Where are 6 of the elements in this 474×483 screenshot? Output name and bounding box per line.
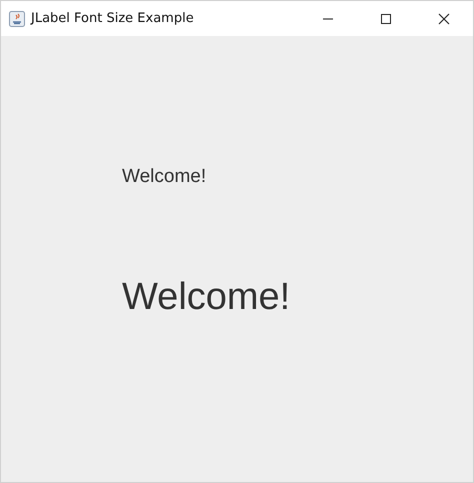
app-icon: [9, 10, 25, 26]
maximize-icon: [380, 12, 392, 24]
window-title: JLabel Font Size Example: [31, 11, 194, 26]
close-icon: [438, 12, 450, 24]
label-text: Welcome!: [122, 167, 206, 186]
label-text: Welcome!: [122, 278, 290, 316]
